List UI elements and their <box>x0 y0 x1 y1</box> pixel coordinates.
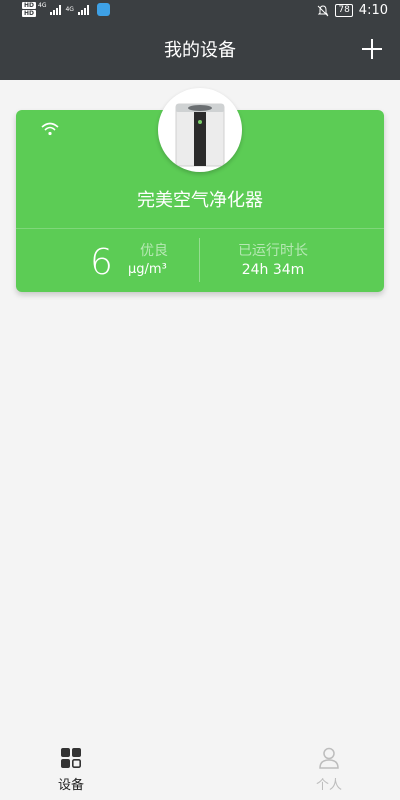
sim2-network-label: 4G <box>65 6 74 13</box>
nav-devices[interactable]: 设备 <box>41 746 101 793</box>
nav-profile[interactable]: 个人 <box>299 746 359 793</box>
card-divider <box>16 228 384 229</box>
clock: 4:10 <box>358 3 388 18</box>
app-bar: 我的设备 <box>0 22 400 80</box>
grid-icon <box>61 748 82 769</box>
air-purifier-image <box>158 88 242 172</box>
device-card[interactable]: 完美空气净化器 6 优良 μg/m³ 已运行时长 24h 34m <box>16 88 384 292</box>
app-notification-icon <box>96 3 110 16</box>
nav-devices-label: 设备 <box>57 778 84 793</box>
pm25-unit: μg/m³ <box>128 262 167 277</box>
person-icon <box>319 747 339 769</box>
runtime-value: 24h 34m <box>241 262 305 278</box>
add-device-button[interactable] <box>360 37 384 61</box>
wifi-icon <box>41 122 59 136</box>
notifications-muted-icon <box>317 4 329 16</box>
device-name: 完美空气净化器 <box>137 190 263 211</box>
nav-profile-label: 个人 <box>315 778 342 793</box>
pm25-value: 6 <box>90 242 113 283</box>
signal-icon <box>77 4 89 15</box>
air-quality-label: 优良 <box>140 243 168 259</box>
sim2-hd-badge: HD <box>22 10 37 17</box>
stats-divider <box>199 238 200 282</box>
bottom-navigation: 设备 个人 <box>0 736 400 800</box>
page-title: 我的设备 <box>164 40 236 61</box>
signal-icon <box>50 4 62 15</box>
sim1-network-label: 4G <box>38 2 47 9</box>
runtime-label: 已运行时长 <box>238 243 308 259</box>
battery-icon: 78 <box>335 4 353 17</box>
sim-status: HD 4G HD 4G <box>22 2 110 17</box>
status-bar: HD 4G HD 4G 78 4:10 <box>0 0 400 22</box>
sim1-hd-badge: HD <box>22 2 37 9</box>
